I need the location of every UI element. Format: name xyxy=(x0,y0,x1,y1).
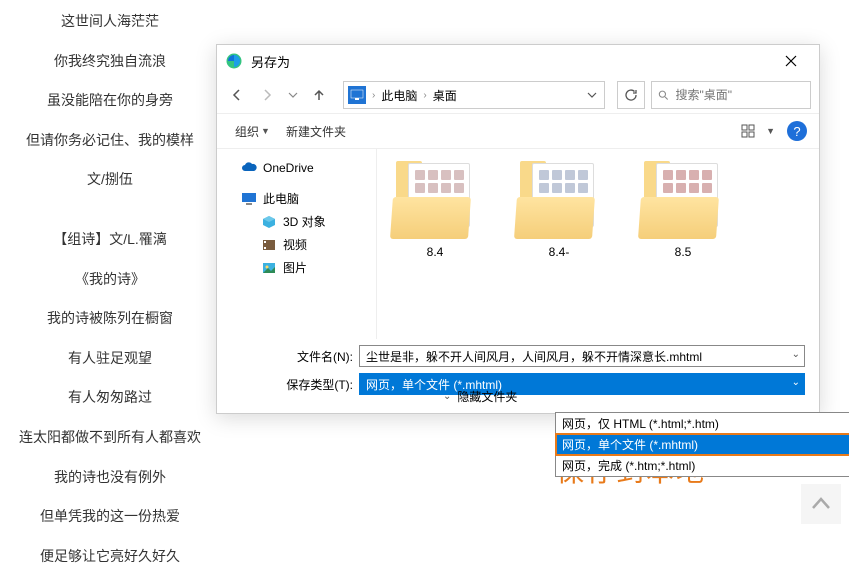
tree-3d-objects[interactable]: 3D 对象 xyxy=(221,210,372,233)
poem-line: 有人匆匆路过 xyxy=(0,388,220,408)
new-folder-button[interactable]: 新建文件夹 xyxy=(280,119,352,144)
organize-button[interactable]: 组织▼ xyxy=(229,119,276,144)
filename-input[interactable]: 尘世是非，躲不开人间风月，人间风月，躲不开情深意长.mhtml ⌄ xyxy=(359,345,805,367)
toolbar: 组织▼ 新建文件夹 ▼ ? xyxy=(217,113,819,149)
filename-value: 尘世是非，躲不开人间风月，人间风月，躲不开情深意长.mhtml xyxy=(366,348,702,365)
poem-line: 《我的诗》 xyxy=(0,270,220,290)
folder-icon xyxy=(514,163,604,239)
poem-line: 我的诗被陈列在橱窗 xyxy=(0,309,220,329)
poem-line: 但请你务必记住、我的模样 xyxy=(0,131,220,151)
dialog-title: 另存为 xyxy=(251,52,771,71)
tree-label: 此电脑 xyxy=(263,190,299,207)
chevron-down-icon: ▼ xyxy=(261,126,270,136)
cloud-icon xyxy=(241,160,257,176)
folder-item[interactable]: 8.4- xyxy=(511,163,607,259)
dropdown-option-mhtml[interactable]: 网页，单个文件 (*.mhtml) xyxy=(556,434,849,455)
folder-item[interactable]: 8.5 xyxy=(635,163,731,259)
close-icon xyxy=(785,55,797,67)
image-icon xyxy=(261,260,277,276)
breadcrumb-separator: › xyxy=(423,90,426,101)
folder-tree: OneDrive 此电脑 3D 对象 视频 图片 xyxy=(217,149,377,339)
titlebar: 另存为 xyxy=(217,45,819,77)
arrow-right-icon xyxy=(260,88,274,102)
nav-up-button[interactable] xyxy=(307,83,331,107)
tree-label: 图片 xyxy=(283,259,307,276)
breadcrumb-this-pc[interactable]: 此电脑 xyxy=(381,87,417,104)
address-bar[interactable]: › 此电脑 › 桌面 xyxy=(343,81,605,109)
folder-icon xyxy=(638,163,728,239)
address-dropdown[interactable] xyxy=(584,83,600,107)
refresh-button[interactable] xyxy=(617,81,645,109)
tree-label: OneDrive xyxy=(263,161,314,175)
folder-icon xyxy=(390,163,480,239)
chevron-up-icon xyxy=(810,493,832,515)
filename-row: 文件名(N): 尘世是非，躲不开人间风月，人间风月，躲不开情深意长.mhtml … xyxy=(277,345,805,367)
cube-icon xyxy=(261,214,277,230)
chevron-down-icon: ⌄ xyxy=(443,391,451,402)
tree-this-pc[interactable]: 此电脑 xyxy=(221,187,372,210)
film-icon xyxy=(261,237,277,253)
search-input[interactable] xyxy=(675,88,804,102)
poem-line: 这世间人海茫茫 xyxy=(0,12,220,32)
hide-folders-toggle[interactable]: ⌄ 隐藏文件夹 xyxy=(443,388,517,405)
fields-area: 文件名(N): 尘世是非，躲不开人间风月，人间风月，躲不开情深意长.mhtml … xyxy=(217,339,819,395)
poem-line: 文/捌伍 xyxy=(0,170,220,190)
folder-label: 8.5 xyxy=(635,245,731,259)
breadcrumb-desktop[interactable]: 桌面 xyxy=(433,87,457,104)
tree-label: 3D 对象 xyxy=(283,213,326,230)
tree-videos[interactable]: 视频 xyxy=(221,233,372,256)
search-box[interactable] xyxy=(651,81,811,109)
tree-onedrive[interactable]: OneDrive xyxy=(221,157,372,179)
chevron-down-icon[interactable]: ⌄ xyxy=(792,349,800,360)
savetype-select[interactable]: 网页，单个文件 (*.mhtml) ⌄ xyxy=(359,373,805,395)
chevron-down-icon xyxy=(587,90,597,100)
content-area: OneDrive 此电脑 3D 对象 视频 图片 8.4 xyxy=(217,149,819,339)
view-mode-button[interactable] xyxy=(736,119,760,143)
savetype-row: 保存类型(T): 网页，单个文件 (*.mhtml) ⌄ xyxy=(277,373,805,395)
poem-line: 便足够让它亮好久好久 xyxy=(0,547,220,567)
poem-line: 我的诗也没有例外 xyxy=(0,468,220,488)
nav-back-button[interactable] xyxy=(225,83,249,107)
arrow-up-icon xyxy=(312,88,326,102)
monitor-icon xyxy=(241,191,257,207)
savetype-dropdown: 网页，仅 HTML (*.html;*.htm) 网页，单个文件 (*.mhtm… xyxy=(555,412,849,477)
poem-line: 但单凭我的这一份热爱 xyxy=(0,507,220,527)
nav-history-dropdown[interactable] xyxy=(285,83,301,107)
scroll-to-top-button[interactable] xyxy=(801,484,841,524)
folder-item[interactable]: 8.4 xyxy=(387,163,483,259)
file-list: 8.4 8.4- 8.5 xyxy=(377,149,819,339)
dropdown-option-complete[interactable]: 网页，完成 (*.htm;*.html) xyxy=(556,455,849,476)
chevron-down-icon xyxy=(288,90,298,100)
nav-forward-button[interactable] xyxy=(255,83,279,107)
nav-bar: › 此电脑 › 桌面 xyxy=(217,77,819,113)
chevron-down-icon[interactable]: ⌄ xyxy=(792,377,800,388)
close-button[interactable] xyxy=(771,47,811,75)
view-icon xyxy=(741,124,755,138)
background-poem: 这世间人海茫茫 你我终究独自流浪 虽没能陪在你的身旁 但请你务必记住、我的模样 … xyxy=(0,12,220,586)
savetype-label: 保存类型(T): xyxy=(277,376,353,393)
arrow-left-icon xyxy=(230,88,244,102)
poem-line: 有人驻足观望 xyxy=(0,349,220,369)
poem-line: 虽没能陪在你的身旁 xyxy=(0,91,220,111)
help-button[interactable]: ? xyxy=(787,121,807,141)
folder-label: 8.4- xyxy=(511,245,607,259)
dropdown-option-html-only[interactable]: 网页，仅 HTML (*.html;*.htm) xyxy=(556,413,849,434)
poem-line: 连太阳都做不到所有人都喜欢 xyxy=(0,428,220,448)
tree-label: 视频 xyxy=(283,236,307,253)
monitor-icon xyxy=(348,86,366,104)
filename-label: 文件名(N): xyxy=(277,348,353,365)
breadcrumb-separator: › xyxy=(372,90,375,101)
view-dropdown[interactable]: ▼ xyxy=(764,126,777,136)
hide-folders-label: 隐藏文件夹 xyxy=(457,388,517,405)
poem-line: 【组诗】文/L.罹漓 xyxy=(0,230,220,250)
poem-line: 你我终究独自流浪 xyxy=(0,52,220,72)
folder-label: 8.4 xyxy=(387,245,483,259)
refresh-icon xyxy=(624,88,638,102)
save-as-dialog: 另存为 › 此电脑 › 桌面 组织▼ 新建文件夹 ▼ ? xyxy=(216,44,820,414)
tree-pictures[interactable]: 图片 xyxy=(221,256,372,279)
edge-icon xyxy=(225,52,243,70)
search-icon xyxy=(658,89,669,102)
